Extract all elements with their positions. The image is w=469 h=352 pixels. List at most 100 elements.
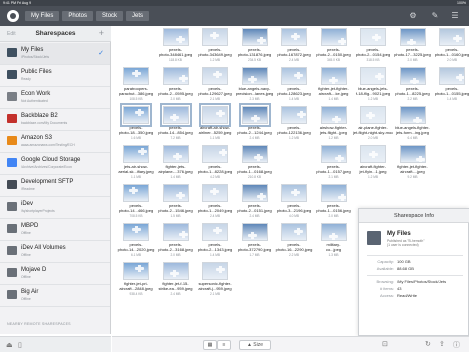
settings-gear-icon[interactable]: ⚙ [407, 11, 419, 21]
file-tile[interactable]: pexels-photo-167872.jpeg 2.4 MB [274, 26, 314, 66]
file-tile[interactable]: pexels-photo-131876.jpeg 234.5 KB [235, 26, 275, 66]
tools-icon[interactable]: ✎ [429, 11, 441, 21]
info-name: My Files [387, 231, 411, 237]
grid-view-icon[interactable]: ▦ [203, 340, 217, 350]
info-icon[interactable]: ⓘ [453, 340, 460, 350]
file-tile[interactable]: pexels-photo-2...1343.jpeg 1.4 MB [195, 221, 235, 261]
file-tile[interactable]: fighter-jets-airplane-...376.jpeg 1.4 MB [156, 143, 196, 183]
file-size: 2.0 MB [328, 214, 339, 218]
sidebar-item[interactable]: My Files/Photos/Stock/Jets ✓ [0, 43, 110, 65]
breadcrumb-item[interactable]: My Files [25, 11, 60, 21]
file-tile[interactable]: pexels-photo-2...0595.jpeg 2.0 MB [156, 65, 196, 105]
app-logo-icon[interactable] [7, 10, 19, 22]
file-tile[interactable]: pexels-photo-14...466.jpeg 708.5 KB [116, 182, 156, 222]
select-icon[interactable]: ⊡ [382, 340, 388, 348]
image-thumbnail [281, 106, 307, 124]
file-tile[interactable]: pexels-photo-372790.jpeg 1.7 MB [235, 221, 275, 261]
file-tile[interactable]: jets-air-show-aerial-sk...ifiary.jpeg 1.1… [116, 143, 156, 183]
file-tile[interactable]: pexels-photo-1...0155.jpeg 1.4 MB [432, 65, 469, 105]
sidebar-item[interactable]: MBPD Offline [0, 219, 110, 241]
file-tile[interactable]: blue-angels-fighter-jets-form...ing.jpeg… [393, 104, 433, 144]
file-tile[interactable]: pexels-photo-2...0154.jpeg 318.5 KB [353, 26, 393, 66]
image-thumbnail [399, 28, 426, 46]
file-tile[interactable]: pexels-photo-3...2196.jpeg 4.0 MB [274, 182, 314, 222]
file-tile[interactable]: fighter-jet-fighter-aircraft-...jpeg 9.2 … [393, 143, 433, 183]
sidebar-item[interactable]: Public Files Ready [0, 65, 110, 87]
file-tile[interactable]: pexels-photo-2...1546.jpeg 1.5 MB [156, 182, 196, 222]
sharespace-icon [7, 114, 17, 123]
file-tile[interactable]: fighter-jet-fighter-aircraft-...ke.jpeg 1… [314, 65, 354, 105]
file-size: 7.2 MB [170, 136, 181, 140]
sidebar-item-label: Big Air [21, 289, 39, 295]
file-name: aircraft-air-show-airliner...5259.jpeg [195, 126, 235, 135]
file-tile[interactable]: pexels-photo-1...0160.jpeg 2.0 MB [432, 26, 469, 66]
more-icon[interactable]: ☰ [449, 11, 461, 21]
file-tile[interactable]: blue-angels-jets-f-18-flig...9021.jpeg 1.… [353, 65, 393, 105]
sort-button[interactable]: ▲ Size [239, 340, 271, 350]
file-name: fighter-jet-fighter-aircraft-...ke.jpeg [314, 87, 354, 96]
file-tile[interactable]: pexels-photo-2...0151.jpeg 2.4 MB [235, 182, 275, 222]
file-tile[interactable]: pexels-photo-1...0168.jpeg 210.8 KB [235, 143, 275, 183]
sidebar-item[interactable]: Google Cloud Storage/Archive/Archives/Co… [0, 153, 110, 175]
file-name-line2: photo-3...2196.jpeg [276, 207, 312, 213]
file-size: 1.7 MB [249, 253, 260, 257]
sidebar-item[interactable]: Big Air Offline [0, 285, 110, 307]
file-tile[interactable]: blue-angels-navy-precision...lanes.jpeg 2… [235, 65, 275, 105]
file-name: fighter-jet-f-15- strike-ea...959.jpeg [156, 282, 196, 291]
sidebar-item-label: Econ Work [21, 91, 51, 97]
file-name: pexels-photo-2...0154.jpeg [353, 48, 393, 57]
file-tile[interactable]: aircraft-air-show-airliner...5259.jpeg 1.… [195, 103, 235, 144]
image-thumbnail [399, 106, 426, 124]
file-tile[interactable]: pexels-photo-1...0156.jpeg 2.0 MB [314, 182, 354, 222]
breadcrumb-item[interactable]: Stock [96, 11, 124, 21]
sidebar-item[interactable]: Mojave D Offline [0, 263, 110, 285]
file-tile[interactable]: pexels-photo-128623.jpeg 1.4 MB [274, 65, 314, 105]
sidebar-item[interactable]: iDev/fq/shortplayerProjects [0, 197, 110, 219]
disconnect-icon[interactable]: ⏏ [6, 341, 13, 349]
file-tile[interactable]: air-plane-fighter-jet-flight-night-sky-m… [353, 104, 393, 144]
file-tile[interactable]: aircraft-fighter-jet-flyin...1.jpeg 1.2 M… [353, 143, 393, 183]
file-tile[interactable]: pexels-photo-14...854.jpeg 7.2 MB [156, 103, 196, 144]
file-tile[interactable]: pexels-photo-348461.jpeg 118.8 KB [156, 26, 196, 66]
file-tile[interactable]: pexels-photo-14...2020.jpeg 6.1 MB [116, 221, 156, 261]
refresh-icon[interactable]: ↻ [425, 340, 431, 348]
file-tile[interactable]: pexels-photo-1...8228.jpeg 4.2 MB [195, 143, 235, 183]
image-thumbnail [202, 67, 228, 85]
file-tile[interactable]: military-co...jpeg 1.3 MB [314, 221, 354, 261]
sidebar-item[interactable]: Backblaze B2 backblaze.com/My Documents [0, 109, 110, 131]
document-icon[interactable]: ▯ [18, 341, 22, 349]
file-tile[interactable]: supersonic-fighter-aircraft-j...959.jpeg… [195, 260, 235, 300]
file-tile[interactable]: fighter-jet-f-15- strike-ea...959.jpeg 2.4… [156, 260, 196, 300]
share-icon[interactable]: ⇪ [439, 340, 445, 348]
file-tile[interactable]: pexels-photo-1...0157.jpeg 2.1 MB [314, 143, 354, 183]
file-tile[interactable]: pexels-photo-1...2049.jpeg 2.4 MB [195, 182, 235, 222]
breadcrumb-item[interactable]: Jets [126, 11, 150, 21]
sharespace-icon [7, 246, 17, 255]
file-tile[interactable]: pexels-photo-129627.jpeg 2.1 MB [195, 65, 235, 105]
file-tile[interactable]: pexels-photo-1...8225.jpeg 2.2 MB [393, 65, 433, 105]
file-tile[interactable]: pexels-photo-122136.jpeg 1.2 MB [274, 104, 314, 144]
file-tile[interactable]: pexels-photo-2...0150.jpeg 345.0 KB [314, 26, 354, 66]
file-name: pexels-photo-128623.jpeg [274, 87, 314, 96]
file-tile[interactable]: paratroopers-parachut...386.jpeg 108.5 KB [116, 65, 156, 105]
sidebar-item-subtitle: /fq/shortplayerProjects [21, 209, 55, 213]
file-size: 4.0 MB [288, 214, 300, 218]
sidebar-item[interactable]: Econ Work Not Authenticated [0, 87, 110, 109]
file-tile[interactable]: pexels-photo-18...350.jpeg 1.6 MB [116, 103, 156, 144]
file-tile[interactable]: airshow-fighter-jets-flight...jpeg 1.2 MB [314, 104, 354, 144]
file-tile[interactable]: pexels-photo-343649.jpeg 1.2 MB [195, 26, 235, 66]
file-name: pexels-photo-2...0595.jpeg [156, 87, 196, 96]
file-tile[interactable]: pexels-photo-17...3225.jpeg 2.0 MB [393, 26, 433, 66]
file-tile[interactable]: pexels-photo-16...2290.jpeg 2.2 MB [274, 221, 314, 261]
file-tile[interactable]: pexels-photo-2...3168.jpeg 2.0 MB [156, 221, 196, 261]
sidebar-item[interactable]: Development SFTP/Readme [0, 175, 110, 197]
file-tile[interactable]: fighter-jet-pri-aircraft...2848.jpeg 938.… [116, 260, 156, 300]
file-name: airshow-fighter-jets-flight...jpeg [314, 126, 354, 135]
sharespace-icon [7, 70, 17, 79]
breadcrumb-item[interactable]: Photos [62, 11, 94, 21]
file-tile[interactable]: pexels-photo-2...1244.jpeg 2.4 MB [235, 103, 275, 144]
sidebar-item[interactable]: Amazon S3 aaaa.amazonaws.com/Testing/ECH [0, 131, 110, 153]
add-sharespace-button[interactable]: + [99, 28, 104, 38]
sidebar-item[interactable]: iDev All Volumes Offline [0, 241, 110, 263]
list-view-icon[interactable]: ≡ [217, 340, 231, 350]
